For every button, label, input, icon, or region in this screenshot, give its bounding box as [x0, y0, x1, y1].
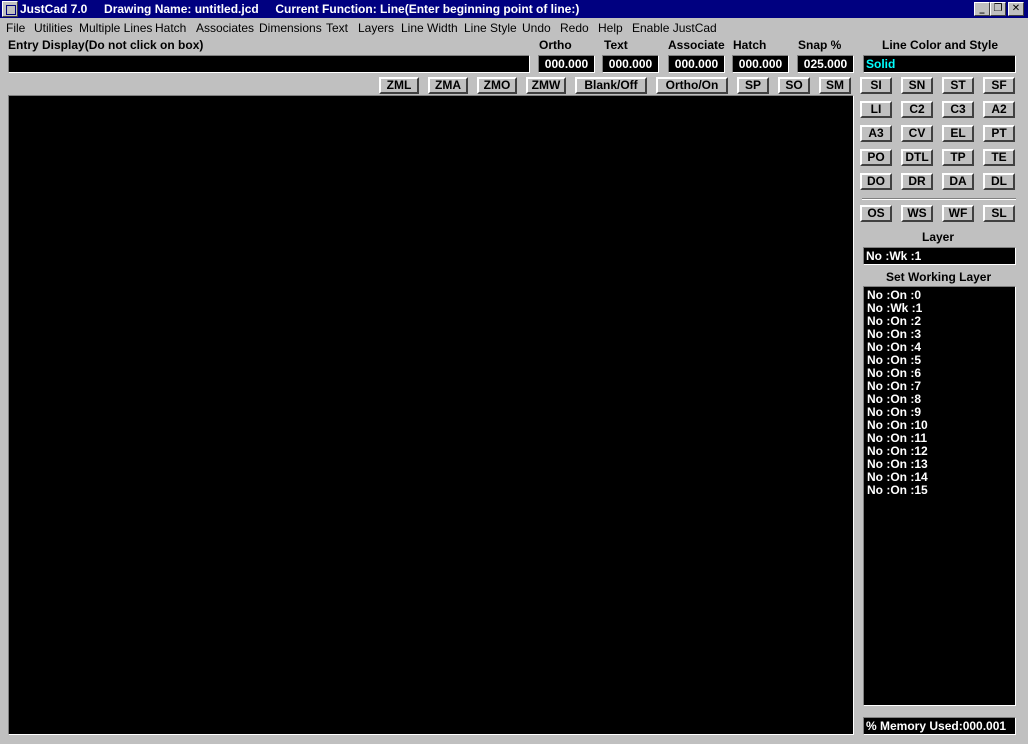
- hatch-value: 000.000: [732, 55, 789, 73]
- minimize-button[interactable]: _: [974, 2, 990, 16]
- so-button[interactable]: SO: [778, 77, 810, 94]
- tool-te-button[interactable]: TE: [983, 149, 1015, 166]
- menu-undo[interactable]: Undo: [522, 21, 551, 35]
- tool-a3-button[interactable]: A3: [860, 125, 892, 142]
- line-color-label: Line Color and Style: [882, 38, 999, 52]
- menu-multiple-lines[interactable]: Multiple Lines: [79, 21, 152, 35]
- tool-do-button[interactable]: DO: [860, 173, 892, 190]
- zml-button[interactable]: ZML: [379, 77, 419, 94]
- layer-label: Layer: [922, 230, 955, 244]
- tool-sf-button[interactable]: SF: [983, 77, 1015, 94]
- tool-st-button[interactable]: ST: [942, 77, 974, 94]
- snap-value: 025.000: [797, 55, 854, 73]
- menu-bar: File Utilities Multiple Lines Hatch Asso…: [0, 19, 1028, 37]
- menu-file[interactable]: File: [6, 21, 25, 35]
- snap-label: Snap %: [798, 38, 842, 52]
- close-button[interactable]: ✕: [1008, 2, 1024, 16]
- tool-po-button[interactable]: PO: [860, 149, 892, 166]
- tool-a2-button[interactable]: A2: [983, 101, 1015, 118]
- tool-sl-button[interactable]: SL: [983, 205, 1015, 222]
- menu-dimensions[interactable]: Dimensions: [259, 21, 322, 35]
- ortho-label: Ortho: [539, 38, 572, 52]
- title-bar: JustCad 7.0 Drawing Name: untitled.jcd C…: [0, 0, 1028, 18]
- tool-da-button[interactable]: DA: [942, 173, 974, 190]
- menu-text[interactable]: Text: [326, 21, 348, 35]
- tool-dl-button[interactable]: DL: [983, 173, 1015, 190]
- tool-ws-button[interactable]: WS: [901, 205, 933, 222]
- associate-label: Associate: [668, 38, 725, 52]
- app-icon[interactable]: [2, 1, 18, 17]
- tool-pt-button[interactable]: PT: [983, 125, 1015, 142]
- menu-hatch[interactable]: Hatch: [155, 21, 186, 35]
- menu-line-width[interactable]: Line Width: [401, 21, 458, 35]
- line-color-value[interactable]: Solid: [863, 55, 1016, 73]
- blank-off-button[interactable]: Blank/Off: [575, 77, 647, 94]
- menu-redo[interactable]: Redo: [560, 21, 589, 35]
- tool-si-button[interactable]: SI: [860, 77, 892, 94]
- window-title: JustCad 7.0 Drawing Name: untitled.jcd C…: [20, 2, 580, 16]
- zmw-button[interactable]: ZMW: [526, 77, 566, 94]
- associate-value: 000.000: [668, 55, 725, 73]
- maximize-button[interactable]: ❐: [990, 2, 1006, 16]
- tool-el-button[interactable]: EL: [942, 125, 974, 142]
- menu-layers[interactable]: Layers: [358, 21, 394, 35]
- tool-wf-button[interactable]: WF: [942, 205, 974, 222]
- menu-help[interactable]: Help: [598, 21, 623, 35]
- tool-dtl-button[interactable]: DTL: [901, 149, 933, 166]
- tool-c3-button[interactable]: C3: [942, 101, 974, 118]
- menu-utilities[interactable]: Utilities: [34, 21, 73, 35]
- layer-list-item[interactable]: No :On :15: [867, 484, 1015, 497]
- menu-line-style[interactable]: Line Style: [464, 21, 517, 35]
- memory-used-display: % Memory Used:000.001: [863, 717, 1016, 735]
- sm-button[interactable]: SM: [819, 77, 851, 94]
- zmo-button[interactable]: ZMO: [477, 77, 517, 94]
- entry-display-box: [8, 55, 530, 73]
- tool-c2-button[interactable]: C2: [901, 101, 933, 118]
- tool-li-button[interactable]: LI: [860, 101, 892, 118]
- entry-display-label: Entry Display(Do not click on box): [8, 38, 204, 52]
- ortho-on-button[interactable]: Ortho/On: [656, 77, 728, 94]
- set-working-layer-label: Set Working Layer: [886, 270, 992, 284]
- tool-os-button[interactable]: OS: [860, 205, 892, 222]
- hatch-label: Hatch: [733, 38, 767, 52]
- tool-sn-button[interactable]: SN: [901, 77, 933, 94]
- layer-value: No :Wk :1: [863, 247, 1016, 265]
- menu-enable-justcad[interactable]: Enable JustCad: [632, 21, 717, 35]
- tool-dr-button[interactable]: DR: [901, 173, 933, 190]
- zma-button[interactable]: ZMA: [428, 77, 468, 94]
- sp-button[interactable]: SP: [737, 77, 769, 94]
- tool-tp-button[interactable]: TP: [942, 149, 974, 166]
- menu-associates[interactable]: Associates: [196, 21, 254, 35]
- working-layer-list[interactable]: No :On :0 No :Wk :1 No :On :2 No :On :3 …: [863, 286, 1016, 706]
- ortho-value: 000.000: [538, 55, 595, 73]
- text-value: 000.000: [602, 55, 659, 73]
- drawing-canvas[interactable]: [8, 95, 854, 735]
- tool-separator: [862, 198, 1016, 200]
- text-label: Text: [604, 38, 628, 52]
- tool-cv-button[interactable]: CV: [901, 125, 933, 142]
